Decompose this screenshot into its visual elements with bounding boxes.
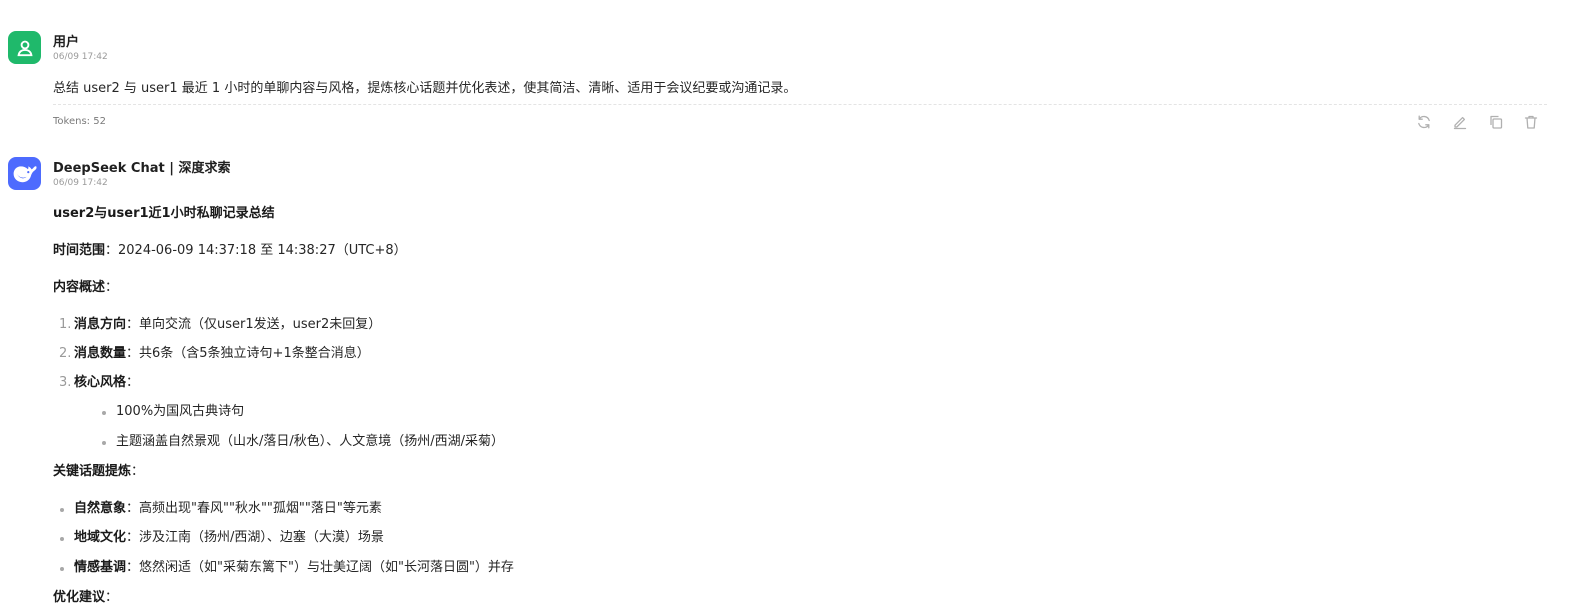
bot-message-time: 06/09 17:42 [53,178,108,188]
suggestions-heading-line: 优化建议： [53,589,119,605]
bot-name: DeepSeek Chat | 深度求索 [53,161,231,176]
edit-icon [1453,116,1467,130]
time-range-label: 时间范围 [53,243,106,258]
list-number: 3. [59,375,72,390]
list-item: 地域文化：涉及江南（扬州/西湖）、边塞（大漠）场景 [53,527,1533,549]
list-item: 2. 消息数量：共6条（含5条独立诗句+1条整合消息） [53,343,1533,365]
refresh-icon [1418,115,1430,129]
summary-title: user2与user1近1小时私聊记录总结 [53,206,275,221]
topic-label: 自然意象 [74,500,127,516]
topic-text: ：高频出现"春风""秋水""孤烟""落日"等元素 [126,500,382,516]
whale-logo-icon [13,165,37,182]
topics-heading: 关键话题提炼 [53,463,132,479]
sublist-item: 主题涵盖自然景观（山水/落日/秋色）、人文意境（扬州/西湖/采菊） [74,431,1533,453]
list-item-text: ：共6条（含5条独立诗句+1条整合消息） [126,346,370,361]
deepseek-avatar [8,157,41,190]
topic-label: 地域文化 [74,530,127,545]
topics-list: 自然意象：高频出现"春风""秋水""孤烟""落日"等元素 地域文化：涉及江南（扬… [53,498,1533,579]
overview-list: 1. 消息方向：单向交流（仅user1发送，user2未回复） 2. 消息数量：共6… [53,314,1533,453]
list-item: 情感基调：悠然闲适（如"采菊东篱下"）与壮美辽阔（如"长河落日圆"）并存 [53,557,1533,579]
user-name: 用户 [53,35,80,50]
list-item: 3. 核心风格： 100%为国风古典诗句 主题涵盖自然景观（山水/落日/秋色）、人… [53,372,1533,453]
user-avatar [8,31,41,64]
list-number: 1. [59,317,72,332]
delete-button[interactable] [1521,112,1541,132]
message-divider [53,104,1547,105]
time-range: 时间范围：2024-06-09 14:37:18 至 14:38:27（UTC+… [53,240,1533,262]
topic-label: 情感基调 [74,559,127,575]
topic-text: ：悠然闲适（如"采菊东篱下"）与壮美辽阔（如"长河落日圆"）并存 [126,559,514,575]
list-item-label: 核心风格 [74,375,127,390]
chat-page: 用户 06/09 17:42 总结 user2 与 user1 最近 1 小时的… [0,0,1574,608]
style-sublist: 100%为国风古典诗句 主题涵盖自然景观（山水/落日/秋色）、人文意境（扬州/西… [74,401,1533,453]
time-range-value: ：2024-06-09 14:37:18 至 14:38:27（UTC+8） [105,243,407,258]
list-number: 2. [59,346,72,361]
topic-text: ：涉及江南（扬州/西湖）、边塞（大漠）场景 [126,530,384,545]
regenerate-button[interactable] [1414,112,1434,132]
edit-button[interactable] [1450,112,1470,132]
copy-button[interactable] [1486,112,1506,132]
list-item-text: ：单向交流（仅user1发送，user2未回复） [126,317,382,332]
user-icon [16,40,33,56]
bot-message-content: user2与user1近1小时私聊记录总结 时间范围：2024-06-09 14… [53,203,1533,608]
sublist-item: 100%为国风古典诗句 [74,401,1533,423]
user-message-text: 总结 user2 与 user1 最近 1 小时的单聊内容与风格，提炼核心话题并… [53,81,797,96]
list-item: 自然意象：高频出现"春风""秋水""孤烟""落日"等元素 [53,498,1533,520]
list-item-text: ： [126,375,140,390]
topics-heading-line: 关键话题提炼： [53,463,145,479]
copy-icon [1490,115,1503,129]
overview-heading-line: 内容概述： [53,280,119,295]
token-count: Tokens: 52 [53,116,106,127]
list-item: 1. 消息方向：单向交流（仅user1发送，user2未回复） [53,314,1533,336]
list-item-label: 消息数量 [74,346,127,361]
user-message-time: 06/09 17:42 [53,52,108,62]
overview-heading: 内容概述 [53,280,106,295]
suggestions-heading: 优化建议 [53,589,106,605]
delete-icon [1524,115,1538,129]
list-item-label: 消息方向 [74,317,127,332]
